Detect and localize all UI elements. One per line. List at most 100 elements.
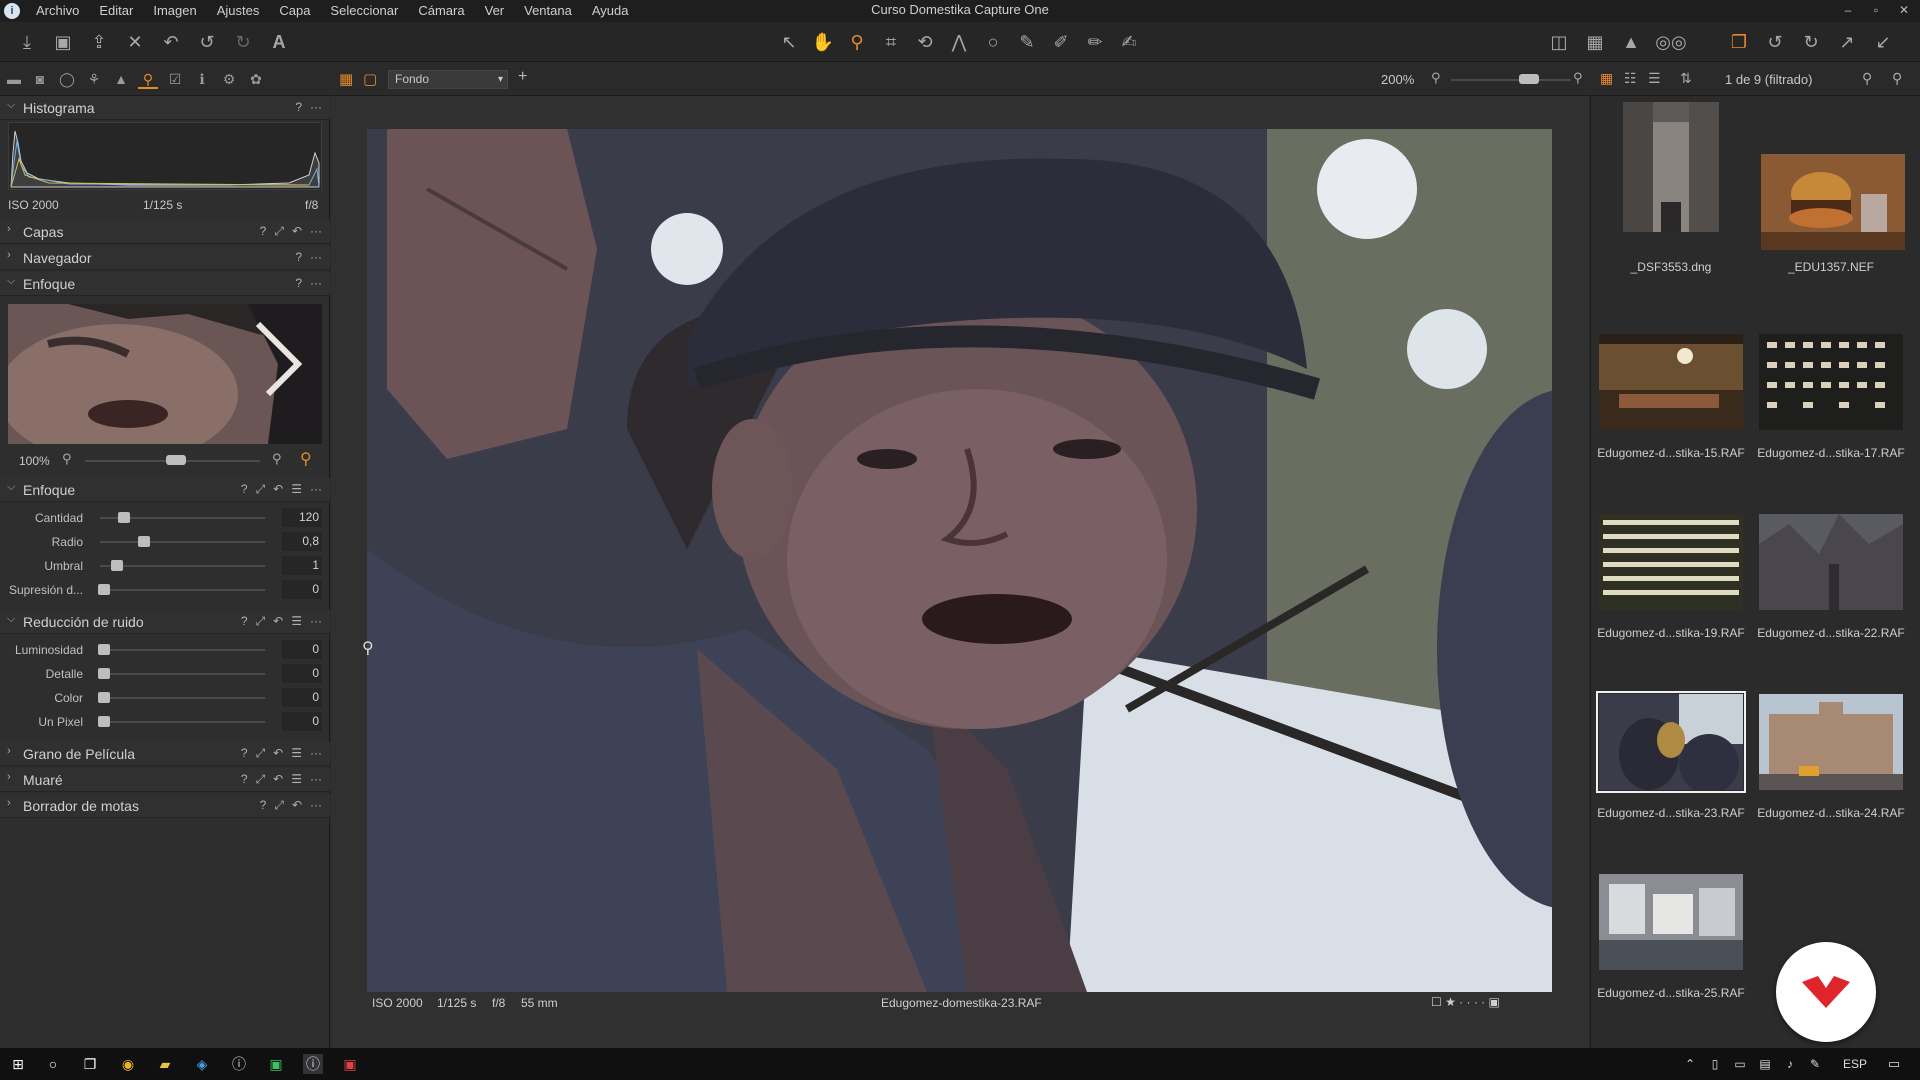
lens-tab-icon[interactable]: ◯ — [57, 69, 77, 89]
slider-value-input[interactable]: 0,8 — [282, 532, 322, 551]
presets-icon[interactable]: ☰ — [291, 746, 302, 761]
file-explorer-icon[interactable]: ▰ — [155, 1054, 175, 1074]
thumbnail-item[interactable]: _DSF3553.dng — [1591, 102, 1751, 282]
search-icon[interactable]: ⚲ — [1892, 70, 1902, 87]
help-icon[interactable]: ? — [241, 772, 248, 787]
slider-track[interactable] — [100, 721, 265, 723]
export-icon[interactable]: ⇪ — [86, 29, 112, 55]
menu-archivo[interactable]: Archivo — [26, 0, 89, 22]
slider-row[interactable]: Color 0 — [0, 686, 330, 710]
slider-value-input[interactable]: 120 — [282, 508, 322, 527]
apply-arrow-icon[interactable]: ↙ — [1870, 29, 1896, 55]
metadata-tab-icon[interactable]: ℹ — [192, 69, 212, 89]
cortana-search-icon[interactable]: ○ — [43, 1054, 63, 1074]
rotate-tool-icon[interactable]: ⟲ — [912, 29, 938, 55]
filter-icon[interactable]: ⚲ — [1862, 70, 1872, 87]
style-select[interactable]: Fondo ▾ — [388, 70, 508, 89]
menu-ventana[interactable]: Ventana — [514, 0, 582, 22]
slider-value-input[interactable]: 0 — [282, 640, 322, 659]
reset-icon[interactable]: ↶ — [292, 224, 302, 239]
maximize-button[interactable]: ▫ — [1864, 0, 1888, 20]
thumbnail-item[interactable]: Edugomez-d...stika-15.RAF — [1591, 282, 1751, 462]
main-photo[interactable] — [367, 129, 1552, 992]
details-tab-icon[interactable]: ⚲ — [138, 69, 158, 89]
slider-thumb[interactable] — [98, 584, 110, 595]
copy-arrow-icon[interactable]: ↗ — [1834, 29, 1860, 55]
thumbnail-item-selected[interactable]: Edugomez-d...stika-23.RAF — [1591, 646, 1751, 826]
chrome-icon[interactable]: ◉ — [118, 1054, 138, 1074]
slider-thumb[interactable] — [98, 668, 110, 679]
picker-tool-icon[interactable]: ✎ — [1014, 29, 1040, 55]
slider-row[interactable]: Detalle 0 — [0, 662, 330, 686]
slider-track[interactable] — [100, 697, 265, 699]
color-tab-icon[interactable]: ⚘ — [84, 69, 104, 89]
spot-removal-header[interactable]: › Borrador de motas ? ⤢ ↶ ··· — [0, 794, 330, 818]
rotate-right-icon[interactable]: ↻ — [1798, 29, 1824, 55]
exposure-tab-icon[interactable]: ▲ — [111, 69, 131, 89]
draw-mask-tool-icon[interactable]: ✐ — [1048, 29, 1074, 55]
grid-view-icon[interactable]: ▦ — [1600, 70, 1613, 87]
film-grain-header[interactable]: › Grano de Película ? ⤢ ↶ ☰ ··· — [0, 742, 330, 766]
more-icon[interactable]: ··· — [310, 798, 322, 813]
reset-icon[interactable]: ↶ — [158, 29, 184, 55]
tray-battery-icon[interactable]: ▭ — [1730, 1054, 1750, 1074]
more-icon[interactable]: ··· — [310, 224, 322, 239]
slider-value-input[interactable]: 1 — [282, 556, 322, 575]
help-icon[interactable]: ? — [295, 100, 302, 114]
rotate-left-icon[interactable]: ↺ — [1762, 29, 1788, 55]
library-tab-icon[interactable]: ▬ — [4, 69, 24, 89]
tray-chevron-icon[interactable]: ⌃ — [1680, 1054, 1700, 1074]
zoom-in-icon[interactable]: ⚲ — [1573, 70, 1583, 86]
zoom-out-icon[interactable]: ⚲ — [62, 451, 72, 467]
expand-icon[interactable]: ⤢ — [256, 614, 266, 629]
sort-icon[interactable]: ⇅ — [1680, 70, 1692, 87]
import-icon[interactable]: ⤓ — [14, 29, 40, 55]
more-icon[interactable]: ··· — [310, 276, 322, 290]
close-window-button[interactable]: ✕ — [1892, 0, 1916, 20]
pan-tool-icon[interactable]: ✋ — [810, 29, 836, 55]
help-icon[interactable]: ? — [241, 614, 248, 629]
help-icon[interactable]: ? — [260, 798, 267, 813]
capture-one-active-icon[interactable]: ⓘ — [303, 1054, 323, 1074]
keystone-tool-icon[interactable]: ⋀ — [946, 29, 972, 55]
help-icon[interactable]: ? — [295, 276, 302, 290]
menu-imagen[interactable]: Imagen — [143, 0, 206, 22]
single-view-icon[interactable]: ▢ — [363, 70, 377, 88]
slider-thumb[interactable] — [98, 692, 110, 703]
focus-loupe-icon[interactable]: ⚲ — [300, 449, 312, 469]
help-icon[interactable]: ? — [241, 746, 248, 761]
presets-icon[interactable]: ☰ — [291, 614, 302, 629]
slider-track[interactable] — [100, 649, 265, 651]
slider-row[interactable]: Supresión d... 0 — [0, 578, 330, 602]
copy-adjustments-icon[interactable]: ❐ — [1726, 29, 1752, 55]
capture-one-icon[interactable]: ⓘ — [229, 1054, 249, 1074]
add-icon[interactable]: + — [518, 68, 527, 86]
gradient-mask-tool-icon[interactable]: ✏ — [1082, 29, 1108, 55]
output-tab-icon[interactable]: ⚙ — [219, 69, 239, 89]
expand-icon[interactable]: ⤢ — [256, 746, 266, 761]
moire-header[interactable]: › Muaré ? ⤢ ↶ ☰ ··· — [0, 768, 330, 792]
navigator-header[interactable]: › Navegador ? ··· — [0, 246, 330, 270]
cursor-tool-icon[interactable]: ↖ — [776, 29, 802, 55]
menu-ver[interactable]: Ver — [475, 0, 515, 22]
menu-capa[interactable]: Capa — [269, 0, 320, 22]
expand-icon[interactable]: ⤢ — [274, 798, 284, 813]
proof-icon[interactable]: ◫ — [1546, 29, 1572, 55]
slider-value-input[interactable]: 0 — [282, 688, 322, 707]
more-icon[interactable]: ··· — [310, 772, 322, 787]
slider-thumb[interactable] — [117, 512, 130, 523]
slider-row[interactable]: Radio 0,8 — [0, 530, 330, 554]
green-app-icon[interactable]: ▣ — [266, 1054, 286, 1074]
red-app-icon[interactable]: ▣ — [340, 1054, 360, 1074]
slider-value-input[interactable]: 0 — [282, 712, 322, 731]
list-view-icon[interactable]: ☷ — [1624, 70, 1637, 87]
slider-thumb[interactable] — [137, 536, 150, 547]
thumbnail-item[interactable]: Edugomez-d...stika-19.RAF — [1591, 464, 1751, 644]
rating-stars[interactable]: ☐ ★ · · · · ▣ — [1431, 995, 1500, 1009]
more-icon[interactable]: ··· — [310, 100, 322, 114]
exposure-warning-icon[interactable]: ▲ — [1618, 29, 1644, 55]
minimize-button[interactable]: – — [1836, 0, 1860, 20]
task-view-icon[interactable]: ❐ — [80, 1054, 100, 1074]
loupe-tool-icon[interactable]: ⚲ — [844, 29, 870, 55]
language-indicator[interactable]: ESP — [1838, 1054, 1872, 1074]
